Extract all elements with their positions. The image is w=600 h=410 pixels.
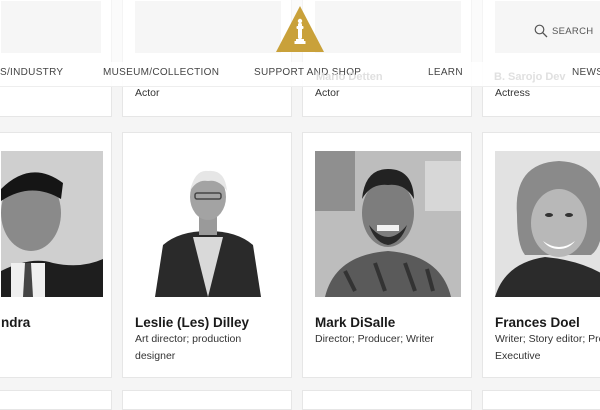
person-name[interactable]: ndra	[1, 315, 30, 330]
nav-item-museum[interactable]: MUSEUM/COLLECTION	[103, 67, 219, 78]
person-card[interactable]: ndra	[0, 132, 112, 378]
person-card-next-row[interactable]	[302, 390, 472, 410]
person-role: Art director; production designer	[135, 333, 242, 362]
person-role: Actor	[315, 87, 340, 99]
person-card-next-row[interactable]	[122, 390, 292, 410]
search-button[interactable]: SEARCH M	[534, 24, 600, 38]
person-name[interactable]: Frances Doel	[495, 315, 580, 330]
person-card[interactable]: Frances Doel Writer; Story editor; Pro E…	[482, 132, 600, 378]
nav-item-industry[interactable]: S/INDUSTRY	[0, 67, 63, 78]
person-name[interactable]: Mark DiSalle	[315, 315, 395, 330]
nav-item-learn[interactable]: LEARN	[428, 67, 463, 78]
person-photo	[135, 151, 281, 297]
faded-person-name: Mario Detten	[316, 71, 383, 83]
faded-person-name: B. Sarojo Dev	[494, 71, 566, 83]
person-photo	[1, 151, 103, 297]
person-role: Actress	[495, 87, 531, 99]
search-icon	[534, 24, 548, 38]
nav-item-news[interactable]: NEWS	[572, 67, 600, 78]
person-photo	[315, 151, 461, 297]
person-photo	[495, 151, 600, 297]
person-card[interactable]: Leslie (Les) Dilley Art director; produc…	[122, 132, 292, 378]
person-card-next-row[interactable]	[0, 390, 112, 410]
person-role: Director; Producer; Writer	[315, 333, 434, 345]
person-card[interactable]: Mark DiSalle Director; Producer; Writer	[302, 132, 472, 378]
oscar-statuette-logo[interactable]	[276, 6, 324, 52]
search-label: SEARCH	[552, 25, 594, 37]
person-name[interactable]: Leslie (Les) Dilley	[135, 315, 249, 330]
person-role: Actor	[135, 87, 160, 99]
person-role: Writer; Story editor; Pro Executive	[495, 333, 600, 362]
person-card-next-row[interactable]	[482, 390, 600, 410]
